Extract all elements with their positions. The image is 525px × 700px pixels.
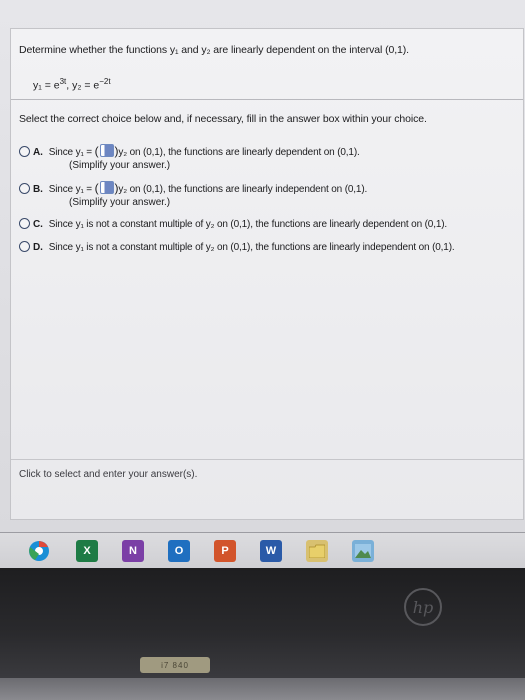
radio-a[interactable] <box>19 146 30 157</box>
radio-b[interactable] <box>19 183 30 194</box>
powerpoint-icon[interactable]: P <box>214 540 236 562</box>
hp-logo: hp <box>404 588 442 626</box>
excel-icon[interactable]: X <box>76 540 98 562</box>
divider <box>11 99 523 100</box>
y2-base: , y₂ = e <box>66 79 100 92</box>
choice-a-letter: A. <box>33 147 43 158</box>
choice-d-text: Since y₁ is not a constant multiple of y… <box>48 242 455 253</box>
file-explorer-icon[interactable] <box>306 540 328 562</box>
choice-d-letter: D. <box>33 242 43 253</box>
choice-c-text: Since y₁ is not a constant multiple of y… <box>48 219 448 230</box>
paren-open: ( <box>94 181 99 195</box>
choice-b-letter: B. <box>33 184 43 195</box>
answer-box-a[interactable] <box>99 144 114 157</box>
question-panel: Determine whether the functions y₁ and y… <box>10 28 524 520</box>
instruction-text: Select the correct choice below and, if … <box>19 113 427 125</box>
choice-d[interactable]: D. Since y₁ is not a constant multiple of… <box>19 241 455 253</box>
divider <box>11 459 523 460</box>
outlook-icon[interactable]: O <box>168 540 190 562</box>
y1-base: y₁ = e <box>33 79 60 92</box>
taskbar: X N O P W <box>0 532 525 569</box>
word-icon[interactable]: W <box>260 540 282 562</box>
choice-b[interactable]: B. Since y₁ = ()y₂ on (0,1), the function… <box>19 181 367 195</box>
paren-open: ( <box>94 144 99 158</box>
screen: Determine whether the functions y₁ and y… <box>0 0 525 532</box>
choice-a-post: y₂ on (0,1), the functions are linearly … <box>118 147 360 158</box>
choice-c-letter: C. <box>33 219 43 230</box>
question-text: Determine whether the functions y₁ and y… <box>19 44 409 56</box>
function-definitions: y₁ = e3t, y₂ = e−2t <box>33 77 111 92</box>
radio-d[interactable] <box>19 241 30 252</box>
choice-a-note: (Simplify your answer.) <box>69 160 171 171</box>
choice-b-post: y₂ on (0,1), the functions are linearly … <box>118 184 368 195</box>
y2-exponent: −2t <box>99 77 111 86</box>
choice-a-pre: Since y₁ = <box>48 147 92 158</box>
chrome-icon[interactable] <box>28 540 50 562</box>
keyboard-deck <box>0 678 525 700</box>
processor-sticker: i7 840 <box>140 657 210 673</box>
choice-a[interactable]: A. Since y₁ = ()y₂ on (0,1), the function… <box>19 144 360 158</box>
hint-text: Click to select and enter your answer(s)… <box>19 469 198 480</box>
choice-b-note: (Simplify your answer.) <box>69 197 171 208</box>
photos-icon[interactable] <box>352 540 374 562</box>
onenote-icon[interactable]: N <box>122 540 144 562</box>
radio-c[interactable] <box>19 218 30 229</box>
choice-c[interactable]: C. Since y₁ is not a constant multiple of… <box>19 218 447 230</box>
choice-b-pre: Since y₁ = <box>48 184 92 195</box>
answer-box-b[interactable] <box>99 181 114 194</box>
laptop-bezel: hp <box>0 568 525 678</box>
